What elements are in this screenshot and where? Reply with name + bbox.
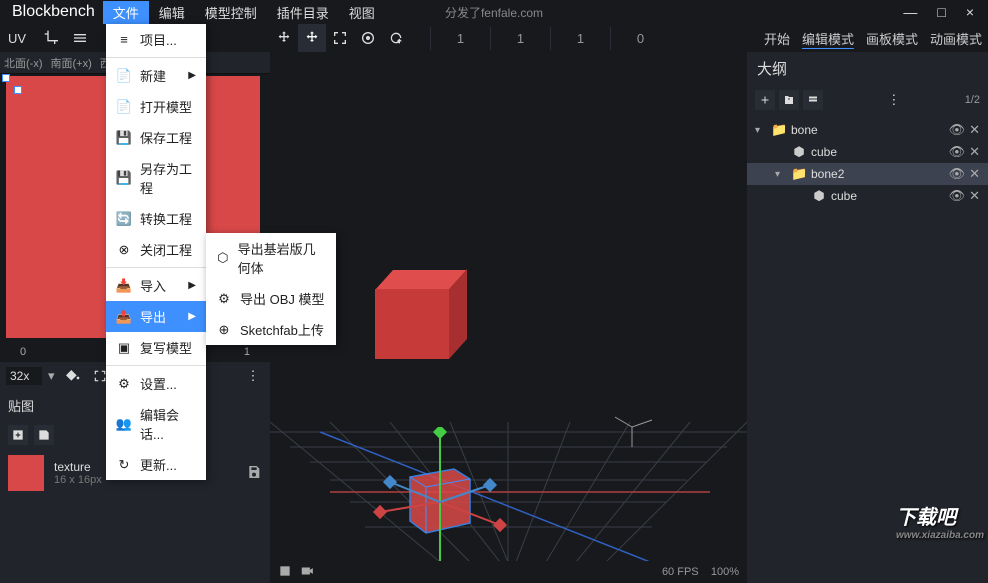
app-title: Blockbench	[4, 3, 103, 21]
export-submenu: ⬡导出基岩版几何体 ⚙导出 OBJ 模型 ⊕Sketchfab上传	[206, 233, 336, 345]
create-texture-button[interactable]	[34, 425, 54, 445]
menu-export[interactable]: 📤导出▶	[106, 301, 206, 332]
eye-icon[interactable]: 👁	[949, 144, 966, 160]
outliner-count: 1/2	[965, 94, 980, 106]
remove-icon[interactable]: ✕	[969, 166, 980, 182]
menu-saveas[interactable]: 💾另存为工程	[106, 153, 206, 203]
vp-num-4[interactable]: 0	[610, 27, 670, 50]
export-bedrock[interactable]: ⬡导出基岩版几何体	[206, 233, 336, 283]
menu-project[interactable]: ≡项目...	[106, 24, 206, 55]
crop-icon[interactable]	[40, 26, 64, 50]
tree-item-cube2[interactable]: ⬢ cube 👁✕	[747, 185, 988, 207]
dropdown-caret-icon[interactable]: ▾	[48, 368, 55, 384]
cube-top	[375, 271, 465, 353]
folder-icon: 📁	[771, 122, 787, 138]
caret-down-icon[interactable]: ▾	[755, 125, 767, 136]
selected-cube-gizmo[interactable]	[360, 427, 540, 561]
texture-thumbnail	[8, 455, 44, 491]
add-texture-button[interactable]	[8, 425, 28, 445]
menu-open[interactable]: 📄打开模型	[106, 91, 206, 122]
pan-tool-icon[interactable]	[270, 24, 298, 52]
resize-tool-icon[interactable]	[326, 24, 354, 52]
fps-display: 60 FPS	[662, 566, 699, 578]
menu-view[interactable]: 视图	[339, 1, 385, 24]
export-obj[interactable]: ⚙导出 OBJ 模型	[206, 283, 336, 314]
outliner-label: 大纲	[747, 52, 988, 85]
eye-icon[interactable]: 👁	[949, 166, 966, 182]
mode-animate[interactable]: 动画模式	[924, 25, 988, 52]
screenshot-icon[interactable]	[278, 564, 292, 581]
uv-label: UV	[0, 27, 34, 50]
close-button[interactable]: ×	[966, 4, 974, 20]
mode-edit[interactable]: 编辑模式	[796, 25, 860, 52]
outliner-tree: ▾ 📁 bone 👁✕ ⬢ cube 👁✕ ▾ 📁 bone2 👁✕ ⬢ cu	[747, 115, 988, 211]
menu-save[interactable]: 💾保存工程	[106, 122, 206, 153]
zoom-display: 100%	[711, 566, 739, 578]
tree-item-bone2[interactable]: ▾ 📁 bone2 👁✕	[747, 163, 988, 185]
menu-override[interactable]: ▣复写模型	[106, 332, 206, 363]
menu-plugins[interactable]: 插件目录	[267, 1, 339, 24]
eye-icon[interactable]: 👁	[949, 122, 966, 138]
remove-icon[interactable]: ✕	[969, 122, 980, 138]
minimize-button[interactable]: —	[903, 4, 917, 20]
eye-icon[interactable]: 👁	[949, 188, 966, 204]
3d-viewport[interactable]	[270, 52, 747, 561]
cube-icon: ⬢	[791, 144, 807, 160]
uv-handle-br[interactable]	[14, 86, 22, 94]
vp-num-1[interactable]: 1	[430, 27, 490, 50]
orientation-gizmo[interactable]	[607, 402, 657, 452]
add-cube-button[interactable]	[755, 90, 775, 110]
face-tab-south[interactable]: 南面(+x)	[47, 52, 96, 73]
vp-num-3[interactable]: 1	[550, 27, 610, 50]
uv-handle-tl[interactable]	[2, 74, 10, 82]
menu-icon[interactable]	[68, 26, 92, 50]
record-icon[interactable]	[300, 564, 314, 581]
mode-start[interactable]: 开始	[758, 25, 796, 52]
menu-model[interactable]: 模型控制	[195, 1, 267, 24]
menu-settings[interactable]: ⚙设置...	[106, 368, 206, 399]
tree-item-cube[interactable]: ⬢ cube 👁✕	[747, 141, 988, 163]
menu-convert[interactable]: 🔄转换工程	[106, 203, 206, 234]
menu-file[interactable]: 文件	[103, 1, 149, 24]
maximize-button[interactable]: □	[937, 4, 945, 20]
more-vert-icon[interactable]: ⋮	[242, 365, 264, 387]
cube-icon: ⬢	[811, 188, 827, 204]
face-tab-north[interactable]: 北面(-x)	[0, 52, 47, 73]
remove-icon[interactable]: ✕	[969, 188, 980, 204]
menu-import[interactable]: 📥导入▶	[106, 270, 206, 301]
add-group-button[interactable]	[779, 90, 799, 110]
share-text: 分发了fenfale.com	[445, 4, 543, 21]
file-dropdown: ≡项目... 📄新建▶ 📄打开模型 💾保存工程 💾另存为工程 🔄转换工程 ⊗关闭…	[106, 24, 206, 480]
menu-update[interactable]: ↻更新...	[106, 449, 206, 480]
save-texture-icon[interactable]	[246, 464, 262, 483]
mode-paint[interactable]: 画板模式	[860, 25, 924, 52]
export-sketchfab[interactable]: ⊕Sketchfab上传	[206, 314, 336, 345]
move-tool-icon[interactable]	[298, 24, 326, 52]
menu-close[interactable]: ⊗关闭工程	[106, 234, 206, 265]
outliner-more-icon[interactable]: ⋮	[883, 89, 905, 111]
tree-item-bone[interactable]: ▾ 📁 bone 👁✕	[747, 119, 988, 141]
zoom-input[interactable]	[6, 367, 42, 385]
folder-icon: 📁	[791, 166, 807, 182]
list-view-button[interactable]	[803, 90, 823, 110]
paint-bucket-icon[interactable]	[61, 365, 83, 387]
menu-edit[interactable]: 编辑	[149, 1, 195, 24]
rotate-tool-icon[interactable]	[354, 24, 382, 52]
pivot-tool-icon[interactable]	[382, 24, 410, 52]
menu-new[interactable]: 📄新建▶	[106, 60, 206, 91]
remove-icon[interactable]: ✕	[969, 144, 980, 160]
menu-session[interactable]: 👥编辑会话...	[106, 399, 206, 449]
vp-num-2[interactable]: 1	[490, 27, 550, 50]
caret-down-icon[interactable]: ▾	[775, 169, 787, 180]
watermark: 下载吧 www.xiazaiba.com	[896, 501, 984, 541]
